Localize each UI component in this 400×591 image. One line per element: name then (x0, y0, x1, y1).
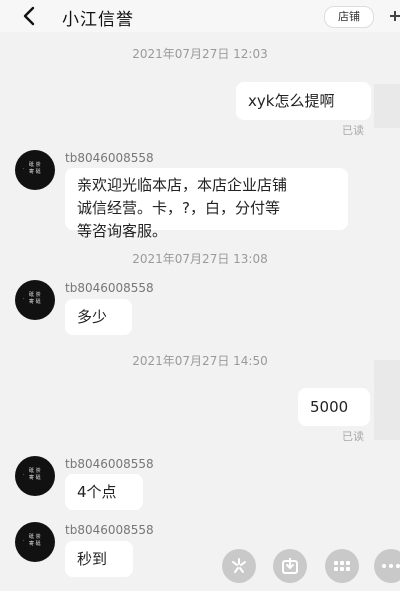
read-status: 已读 (342, 124, 364, 137)
avatar[interactable]: 砥 崇 寄 砥 · (15, 280, 55, 320)
outgoing-message-bubble[interactable]: xyk怎么提啊 (236, 82, 371, 120)
keyboard-icon[interactable] (325, 549, 359, 583)
outgoing-message-bubble[interactable]: 5000 (298, 388, 370, 426)
star-icon[interactable] (222, 549, 256, 583)
download-icon[interactable] (273, 549, 307, 583)
message-line: 亲欢迎光临本店，本店企业店铺 (77, 176, 288, 194)
sender-name: tb8046008558 (65, 281, 154, 295)
chat-header: 小江信誉 店铺 (0, 0, 400, 32)
timestamp: 2021年07月27日 13:08 (132, 252, 268, 266)
edge-shadow (374, 84, 400, 128)
message-line: 诚信经营。卡，?，白，分付等 (77, 199, 280, 217)
incoming-message-bubble[interactable]: 4个点 (65, 474, 143, 510)
sender-name: tb8046008558 (65, 457, 154, 471)
more-dots-icon[interactable] (374, 549, 400, 583)
message-line: 等咨询客服。 (77, 222, 168, 240)
more-icon[interactable] (386, 6, 400, 26)
shop-button[interactable]: 店铺 (324, 6, 374, 28)
timestamp: 2021年07月27日 12:03 (132, 47, 268, 61)
read-status: 已读 (342, 430, 364, 443)
sender-name: tb8046008558 (65, 151, 154, 165)
avatar[interactable]: 砥 崇 寄 砥 · (15, 456, 55, 496)
incoming-message-bubble[interactable]: 多少 (65, 299, 132, 335)
incoming-message-bubble[interactable]: 亲欢迎光临本店，本店企业店铺 诚信经营。卡，?，白，分付等 等咨询客服。 (65, 168, 348, 240)
chat-title: 小江信誉 (62, 10, 134, 30)
edge-shadow (374, 360, 400, 440)
avatar[interactable]: 砥 崇 寄 砥 · (15, 150, 55, 190)
chevron-left-icon[interactable] (18, 4, 42, 28)
quick-actions-bar (0, 549, 400, 583)
timestamp: 2021年07月27日 14:50 (132, 354, 268, 368)
sender-name: tb8046008558 (65, 523, 154, 537)
